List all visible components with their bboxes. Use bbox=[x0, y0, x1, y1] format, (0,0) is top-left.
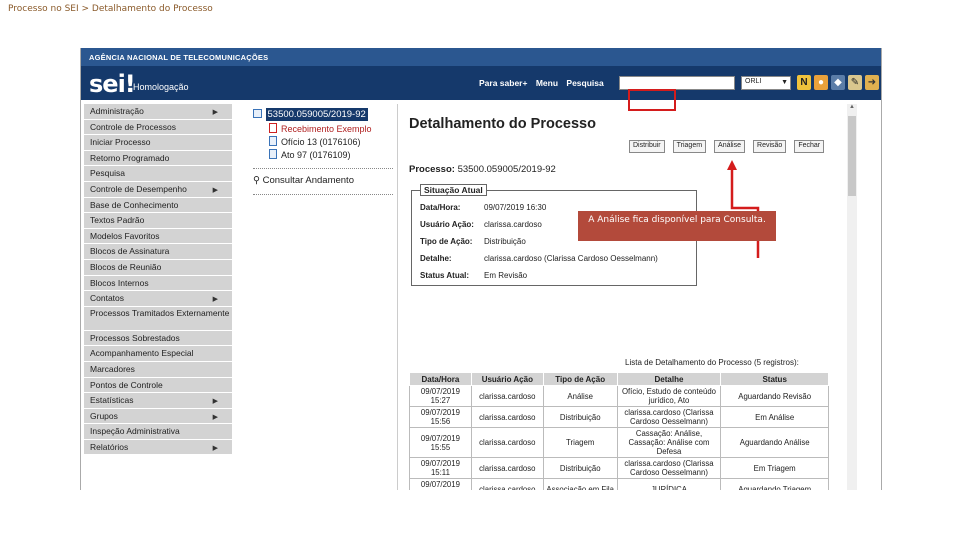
callout-arrow bbox=[727, 160, 760, 258]
callout-annotation: A Análise fica disponível para Consulta. bbox=[578, 211, 776, 241]
